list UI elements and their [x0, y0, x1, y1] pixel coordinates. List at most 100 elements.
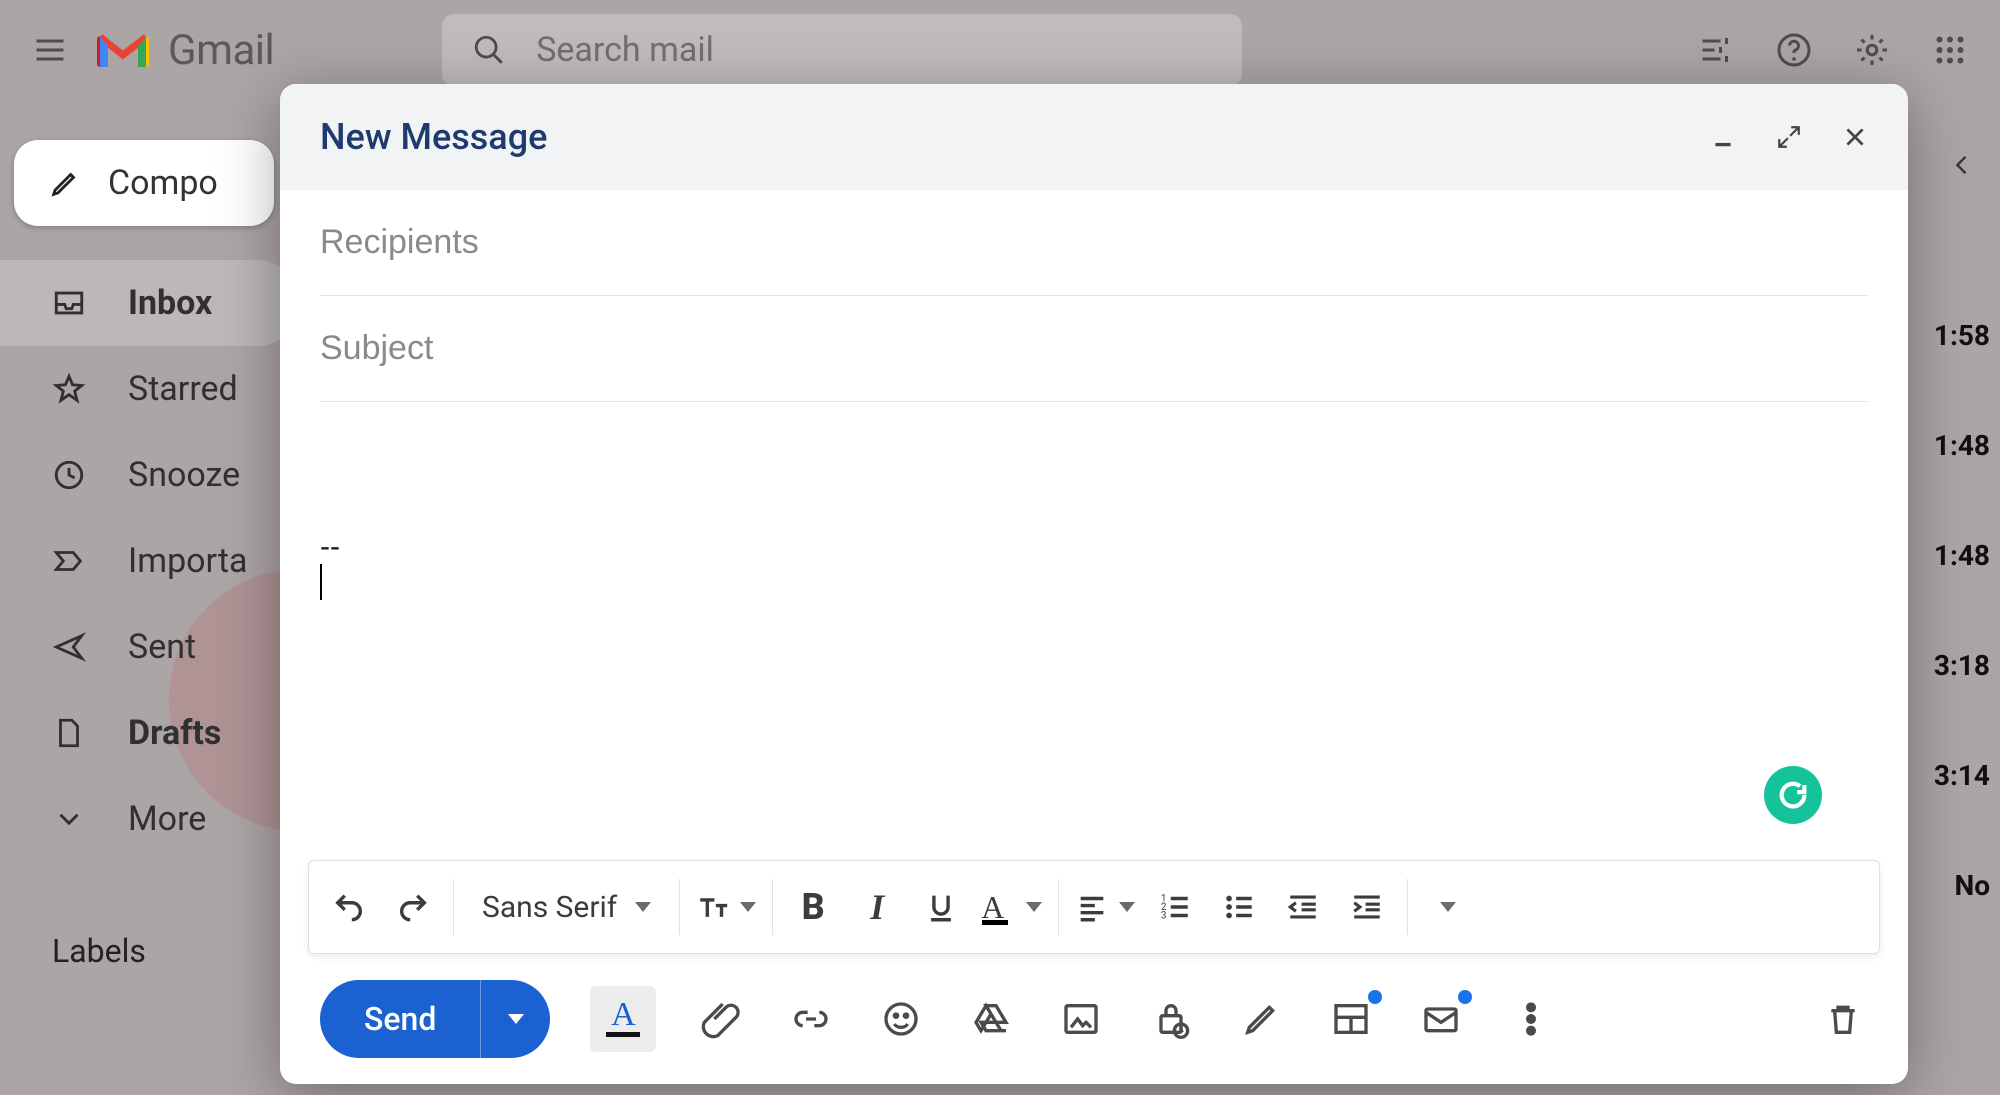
search-options-icon[interactable]	[1698, 32, 1734, 68]
undo-button[interactable]	[317, 877, 381, 937]
svg-text:3: 3	[1161, 910, 1167, 921]
underline-icon	[924, 890, 958, 924]
indent-more-button[interactable]	[1335, 877, 1399, 937]
discard-draft-button[interactable]	[1818, 994, 1868, 1044]
mail-time: No	[1910, 830, 1990, 940]
close-icon[interactable]	[1842, 124, 1868, 150]
inbox-icon	[52, 286, 86, 320]
more-format-button[interactable]	[1416, 877, 1480, 937]
sidebar-item-inbox[interactable]: Inbox	[0, 260, 300, 346]
compose-titlebar[interactable]: New Message	[280, 84, 1908, 190]
bulleted-list-icon	[1222, 890, 1256, 924]
chevron-left-icon	[1948, 151, 1976, 179]
mail-icon	[1421, 999, 1461, 1039]
bold-button[interactable]: B	[781, 877, 845, 937]
insert-drive-button[interactable]	[966, 994, 1016, 1044]
attach-file-button[interactable]	[696, 994, 746, 1044]
send-button[interactable]: Send	[320, 980, 550, 1058]
popout-collapse-icon[interactable]	[1776, 124, 1802, 150]
mail-plus-button[interactable]	[1416, 994, 1466, 1044]
font-size-select[interactable]	[688, 877, 764, 937]
compose-body[interactable]: --	[280, 402, 1908, 860]
star-icon	[52, 372, 86, 406]
underline-button[interactable]	[909, 877, 973, 937]
search-icon	[472, 33, 506, 67]
indent-less-icon	[1286, 890, 1320, 924]
italic-button[interactable]: I	[845, 877, 909, 937]
caret-down-icon	[508, 1014, 524, 1024]
file-icon	[52, 716, 86, 750]
underline-bar	[606, 1032, 640, 1037]
align-icon	[1075, 890, 1109, 924]
chevron-down-icon	[52, 802, 86, 836]
redo-button[interactable]	[381, 877, 445, 937]
sidebar-item-drafts[interactable]: Drafts	[0, 690, 300, 776]
insert-emoji-button[interactable]	[876, 994, 926, 1044]
text-size-icon	[696, 890, 730, 924]
format-toolbar: Sans Serif B I A 123	[308, 860, 1880, 954]
sidebar-item-more[interactable]: More	[0, 776, 300, 862]
settings-icon[interactable]	[1854, 32, 1890, 68]
numbered-list-button[interactable]: 123	[1143, 877, 1207, 937]
more-options-button[interactable]	[1506, 994, 1556, 1044]
separator	[679, 879, 680, 935]
sidebar-item-important[interactable]: Importa	[0, 518, 300, 604]
indent-less-button[interactable]	[1271, 877, 1335, 937]
text-color-button[interactable]: A	[973, 877, 1050, 937]
text-cursor	[320, 564, 1868, 602]
image-icon	[1061, 999, 1101, 1039]
trash-icon	[1823, 999, 1863, 1039]
pen-icon	[1241, 999, 1281, 1039]
subject-row[interactable]	[320, 296, 1868, 402]
lock-clock-icon	[1151, 999, 1191, 1039]
gmail-logo[interactable]: Gmail	[96, 26, 274, 75]
compose-window: New Message -- Sans Serif	[280, 84, 1908, 1084]
layout-icon	[1331, 999, 1371, 1039]
separator	[772, 879, 773, 935]
send-more-button[interactable]	[480, 980, 550, 1058]
compose-button[interactable]: Compo	[14, 140, 274, 226]
minimize-icon[interactable]	[1710, 124, 1736, 150]
caret-down-icon	[1119, 902, 1135, 912]
help-icon[interactable]	[1776, 32, 1812, 68]
insert-link-button[interactable]	[786, 994, 836, 1044]
separator	[453, 879, 454, 935]
search-bar[interactable]: Search mail	[442, 14, 1242, 86]
redo-icon	[396, 890, 430, 924]
subject-input[interactable]	[320, 329, 1868, 368]
font-family-select[interactable]: Sans Serif	[462, 877, 671, 937]
font-name: Sans Serif	[482, 890, 617, 925]
new-badge	[1368, 990, 1382, 1004]
grammarly-badge[interactable]	[1764, 766, 1822, 824]
sidebar-item-snoozed[interactable]: Snooze	[0, 432, 300, 518]
sidebar-item-label: Inbox	[128, 283, 212, 323]
gmail-wordmark: Gmail	[168, 26, 274, 75]
sidebar-item-sent[interactable]: Sent	[0, 604, 300, 690]
send-label[interactable]: Send	[320, 980, 480, 1058]
recipients-input[interactable]	[320, 223, 1868, 262]
labels-header: Labels	[0, 932, 300, 970]
sidebar-item-starred[interactable]: Starred	[0, 346, 300, 432]
insert-signature-button[interactable]	[1236, 994, 1286, 1044]
confidential-mode-button[interactable]	[1146, 994, 1196, 1044]
layout-button[interactable]	[1326, 994, 1376, 1044]
emoji-icon	[881, 999, 921, 1039]
menu-icon[interactable]	[32, 32, 68, 68]
clock-icon	[52, 458, 86, 492]
mail-time: 1:48	[1910, 390, 1990, 500]
compose-label: Compo	[108, 163, 218, 203]
caret-down-icon	[1440, 902, 1456, 912]
paperclip-icon	[701, 999, 741, 1039]
toggle-format-toolbar-button[interactable]: A	[590, 986, 656, 1052]
bulleted-list-button[interactable]	[1207, 877, 1271, 937]
insert-photo-button[interactable]	[1056, 994, 1106, 1044]
more-vert-icon	[1511, 999, 1551, 1039]
collapse-side-panel[interactable]	[1910, 130, 1990, 200]
compose-title: New Message	[320, 116, 547, 158]
align-button[interactable]	[1067, 877, 1143, 937]
recipients-row[interactable]	[320, 190, 1868, 296]
separator	[1058, 879, 1059, 935]
google-apps-icon[interactable]	[1932, 32, 1968, 68]
sidebar-item-label: Drafts	[128, 713, 221, 753]
pencil-icon	[48, 166, 82, 200]
